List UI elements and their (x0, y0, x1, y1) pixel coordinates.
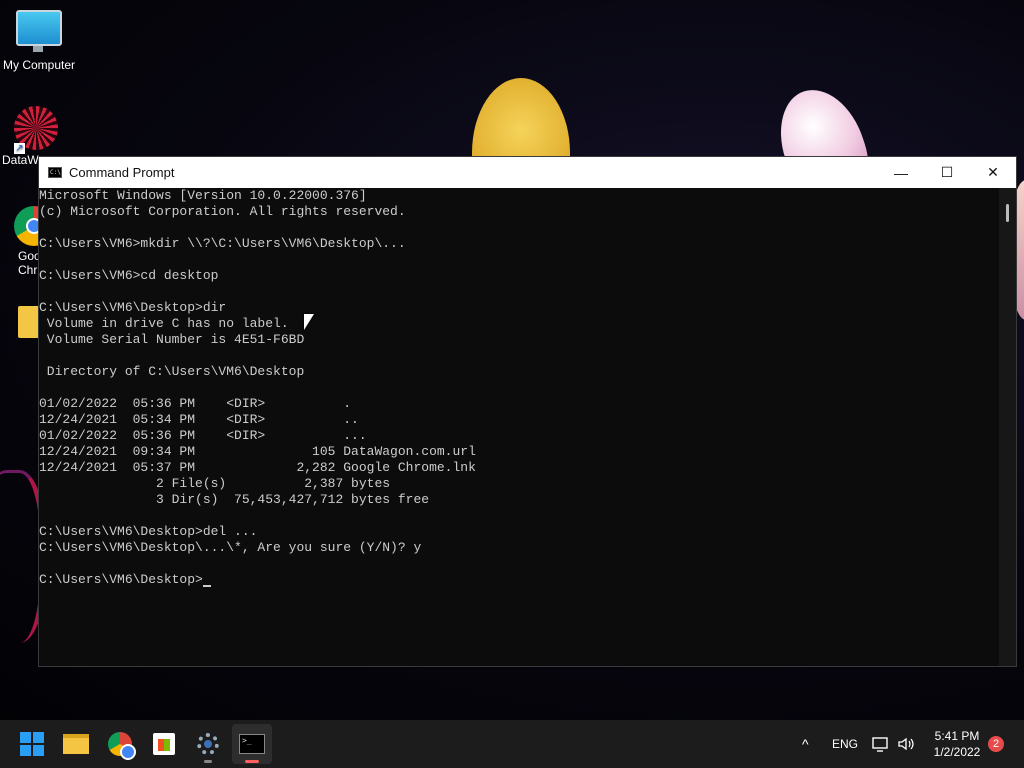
maximize-button[interactable]: ☐ (924, 157, 970, 188)
terminal-line: Microsoft Windows [Version 10.0.22000.37… (39, 188, 367, 203)
terminal-line: (c) Microsoft Corporation. All rights re… (39, 204, 406, 219)
terminal-line: C:\Users\VM6\Desktop>del ... (39, 524, 258, 539)
mouse-pointer-icon (304, 314, 314, 330)
desktop-icon-label: My Computer (2, 58, 76, 72)
minimize-button[interactable]: — (878, 157, 924, 188)
windows-logo-icon (20, 732, 44, 756)
text-cursor (202, 585, 211, 587)
scrollbar-thumb[interactable] (1006, 204, 1009, 222)
terminal-line: C:\Users\VM6\Desktop\...\*, Are you sure… (39, 540, 422, 555)
terminal-line: 12/24/2021 05:37 PM 2,282 Google Chrome.… (39, 460, 476, 475)
active-indicator (245, 760, 259, 763)
running-indicator (204, 760, 212, 763)
chevron-up-icon: ^ (802, 736, 809, 752)
terminal-icon: >_ (239, 734, 265, 754)
clock-time: 5:41 PM (934, 729, 980, 743)
terminal-line: 01/02/2022 05:36 PM <DIR> . (39, 396, 352, 411)
clock[interactable]: 5:41 PM 1/2/2022 (926, 728, 988, 760)
terminal-line: C:\Users\VM6\Desktop>dir (39, 300, 227, 315)
notification-badge[interactable]: 2 (988, 736, 1004, 752)
taskbar-terminal[interactable]: >_ (232, 724, 272, 764)
terminal-line: C:\Users\VM6>mkdir \\?\C:\Users\VM6\Desk… (39, 236, 406, 251)
folder-icon (63, 734, 89, 754)
terminal-line: 12/24/2021 09:34 PM 105 DataWagon.com.ur… (39, 444, 476, 459)
command-prompt-window[interactable]: C:\ Command Prompt — ☐ ✕ Microsoft Windo… (38, 156, 1017, 667)
volume-icon[interactable] (897, 720, 915, 768)
close-button[interactable]: ✕ (970, 157, 1016, 188)
terminal-line: C:\Users\VM6>cd desktop (39, 268, 219, 283)
network-icon[interactable] (872, 720, 890, 768)
cmd-icon: C:\ (48, 167, 62, 178)
chrome-icon (108, 732, 136, 760)
clock-date: 1/2/2022 (933, 745, 981, 759)
terminal-line: Directory of C:\Users\VM6\Desktop (39, 364, 305, 379)
start-button[interactable] (12, 724, 52, 764)
title-bar[interactable]: C:\ Command Prompt — ☐ ✕ (39, 157, 1016, 188)
taskbar-store[interactable] (144, 724, 184, 764)
terminal-prompt-line[interactable]: C:\Users\VM6\Desktop> (39, 572, 999, 588)
terminal-line: Volume Serial Number is 4E51-F6BD (39, 332, 305, 347)
taskbar-chrome[interactable] (100, 724, 140, 764)
taskbar-file-explorer[interactable] (56, 724, 96, 764)
gear-icon (197, 733, 219, 755)
window-title: Command Prompt (69, 165, 175, 180)
taskbar-settings[interactable] (188, 724, 228, 764)
terminal-line: Volume in drive C has no label. (39, 316, 289, 331)
vertical-scrollbar[interactable] (999, 188, 1016, 666)
terminal-line: 3 Dir(s) 75,453,427,712 bytes free (39, 492, 430, 507)
store-icon (153, 733, 175, 755)
shortcut-arrow-icon: ↗ (14, 143, 25, 154)
desktop-icon-my-computer[interactable]: My Computer (0, 10, 78, 72)
terminal-prompt: C:\Users\VM6\Desktop> (39, 572, 203, 587)
terminal-output[interactable]: Microsoft Windows [Version 10.0.22000.37… (39, 188, 999, 666)
terminal-line: 01/02/2022 05:36 PM <DIR> ... (39, 428, 367, 443)
terminal-line: 12/24/2021 05:34 PM <DIR> .. (39, 412, 359, 427)
language-label: ENG (832, 737, 859, 751)
taskbar: >_ ^ ENG 5:41 PM 1/2/2022 (0, 720, 1024, 768)
terminal-line: 2 File(s) 2,387 bytes (39, 476, 391, 491)
show-hidden-icons-button[interactable]: ^ (802, 720, 809, 768)
language-indicator[interactable]: ENG (832, 720, 858, 768)
datawagon-icon: ↗ (14, 106, 58, 154)
monitor-icon (16, 10, 62, 52)
